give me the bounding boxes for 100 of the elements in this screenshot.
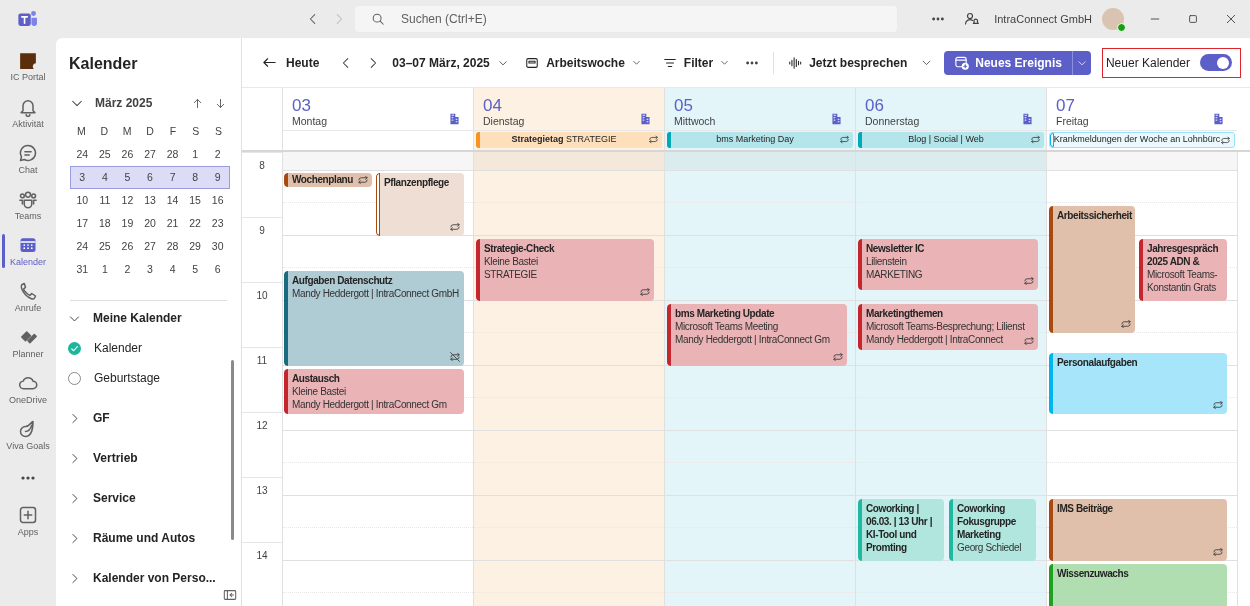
talk-now-button[interactable]: Jetzt besprechen [788, 53, 908, 72]
app-rail-item[interactable]: Aktivität [0, 90, 56, 136]
week-row[interactable]: 17 18 19 20 21 22 23 [70, 212, 230, 235]
app-rail-item[interactable]: Chat [0, 136, 56, 182]
date-cell[interactable]: 6 [206, 259, 229, 280]
day-number[interactable]: 06 [865, 96, 1037, 115]
date-cell[interactable]: 12 [116, 190, 139, 211]
day-number[interactable]: 07 [1056, 96, 1228, 115]
checkbox[interactable] [68, 341, 81, 355]
date-range-button[interactable]: 03–07 März, 2025 [392, 53, 508, 72]
app-rail-item[interactable]: Teams [0, 182, 56, 228]
date-cell[interactable]: 13 [138, 190, 162, 211]
date-cell[interactable]: 7 [161, 167, 184, 188]
all-day-event[interactable]: Strategietag STRATEGIE [476, 132, 662, 148]
calendar-group[interactable]: Service [68, 483, 241, 513]
week-row[interactable]: 10 11 12 13 14 15 16 [70, 189, 230, 212]
calendar-event[interactable]: Wochenplanu [284, 173, 372, 187]
calendar-name[interactable]: Kalender [94, 339, 143, 357]
week-row[interactable]: 24 25 26 27 28 1 2 [70, 143, 230, 166]
date-cell[interactable]: 25 [93, 144, 117, 165]
all-day-event[interactable]: Krankmeldungen der Woche an Lohnbürc [1049, 132, 1235, 148]
view-button[interactable]: Arbeitswoche [525, 53, 641, 72]
week-row[interactable]: 3 4 5 6 7 8 9 [70, 166, 230, 189]
calendar-group[interactable]: Kalender von Perso... [68, 563, 241, 593]
calendar-event[interactable]: Jahresgespräch 2025 ADN & Microsoft Teams- Konstantin Grats [1139, 239, 1227, 301]
calendar-event[interactable]: Wissenzuwachs [1049, 564, 1227, 606]
all-day-event[interactable]: Blog | Social | Web [858, 132, 1044, 148]
date-cell[interactable]: 1 [93, 259, 117, 280]
calendar-group[interactable]: Räume und Autos [68, 523, 241, 553]
date-cell[interactable]: 19 [116, 213, 139, 234]
day-number[interactable]: 04 [483, 96, 655, 115]
checkbox[interactable] [68, 371, 81, 385]
calendar-event[interactable]: Marketingthemen Microsoft Teams-Besprechung; Lilienst Mandy Heddergott | IntraConnect [858, 304, 1038, 350]
scrollbar[interactable] [231, 360, 234, 540]
date-cell[interactable]: 6 [138, 167, 162, 188]
calendar-name[interactable]: Geburtstage [94, 369, 161, 387]
date-cell[interactable]: 9 [206, 167, 229, 188]
calendar-event[interactable]: Pflanzenpflege [376, 173, 464, 236]
date-cell[interactable]: 24 [71, 236, 94, 257]
date-cell[interactable]: 23 [206, 213, 229, 234]
date-cell[interactable]: 30 [206, 236, 229, 257]
search-field[interactable]: Suchen (Ctrl+E) [355, 6, 897, 32]
calendar-event[interactable]: bms Marketing Update Microsoft Teams Meeting Mandy Heddergott | IntraConnect Gm [667, 304, 847, 366]
avatar[interactable] [1102, 8, 1124, 30]
date-cell[interactable]: 26 [116, 144, 139, 165]
day-number[interactable]: 03 [292, 96, 464, 115]
week-row[interactable]: 31 1 2 3 4 5 6 [70, 258, 230, 281]
date-cell[interactable]: 14 [161, 190, 184, 211]
day-number[interactable]: 05 [674, 96, 846, 115]
previous-month-button[interactable] [191, 96, 204, 110]
calendar-group[interactable]: Meine Kalender [68, 303, 241, 333]
app-rail-item[interactable]: Kalender [0, 228, 56, 274]
app-rail-item[interactable]: Apps [0, 498, 56, 544]
date-cell[interactable]: 28 [161, 144, 184, 165]
app-rail-item[interactable]: Anrufe [0, 274, 56, 320]
date-cell[interactable]: 4 [161, 259, 184, 280]
date-cell[interactable]: 27 [138, 236, 162, 257]
date-cell[interactable]: 18 [93, 213, 117, 234]
date-cell[interactable]: 10 [71, 190, 94, 211]
date-cell[interactable]: 4 [93, 167, 117, 188]
date-cell[interactable]: 3 [71, 167, 94, 188]
date-cell[interactable]: 29 [183, 236, 207, 257]
toggle-switch[interactable] [1200, 54, 1232, 71]
date-cell[interactable]: 26 [116, 236, 139, 257]
date-cell[interactable]: 24 [71, 144, 94, 165]
date-cell[interactable]: 5 [183, 259, 207, 280]
all-day-event[interactable]: bms Marketing Day [667, 132, 853, 148]
date-cell[interactable]: 27 [138, 144, 162, 165]
next-month-button[interactable] [214, 96, 227, 110]
collapse-panel-button[interactable] [223, 588, 237, 602]
date-cell[interactable]: 16 [206, 190, 229, 211]
calendar-event[interactable]: Coworking | 06.03. | 13 Uhr | KI-Tool und Promting [858, 499, 944, 561]
date-cell[interactable]: 1 [183, 144, 207, 165]
calendar-group[interactable]: GF [68, 403, 241, 433]
calendar-event[interactable]: Coworking Fokusgruppe Marketing Georg Schiedel [949, 499, 1036, 561]
today-button[interactable]: Heute [262, 53, 320, 72]
calendar-event[interactable]: Aufgaben Datenschutz Mandy Heddergott | IntraConnect GmbH [284, 271, 464, 366]
date-cell[interactable]: 21 [161, 213, 184, 234]
date-cell[interactable]: 8 [183, 167, 207, 188]
new-event-options-button[interactable] [1071, 50, 1091, 75]
date-cell[interactable]: 11 [93, 190, 117, 211]
calendar-event[interactable]: Arbeitssicherheit [1049, 206, 1135, 333]
date-cell[interactable]: 28 [161, 236, 184, 257]
date-cell[interactable]: 22 [183, 213, 207, 234]
app-rail-item[interactable]: OneDrive [0, 366, 56, 412]
date-cell[interactable]: 2 [206, 144, 229, 165]
date-cell[interactable]: 31 [71, 259, 94, 280]
app-rail-item[interactable]: Planner [0, 320, 56, 366]
calendar-event[interactable]: Strategie-Check Kleine Bastei STRATEGIE [476, 239, 654, 301]
date-cell[interactable]: 3 [138, 259, 162, 280]
date-cell[interactable]: 20 [138, 213, 162, 234]
date-cell[interactable]: 17 [71, 213, 94, 234]
app-rail-item[interactable]: Viva Goals [0, 412, 56, 458]
new-event-button[interactable]: Neues Ereignis [944, 50, 1072, 75]
calendar-event[interactable]: IMS Beiträge [1049, 499, 1227, 561]
calendar-group[interactable]: Vertrieb [68, 443, 241, 473]
filter-button[interactable]: Filter [662, 53, 730, 72]
app-rail-item[interactable]: IC Portal [0, 44, 56, 90]
calendar-event[interactable]: Newsletter IC Lilienstein MARKETING [858, 239, 1038, 290]
date-cell[interactable]: 15 [183, 190, 207, 211]
